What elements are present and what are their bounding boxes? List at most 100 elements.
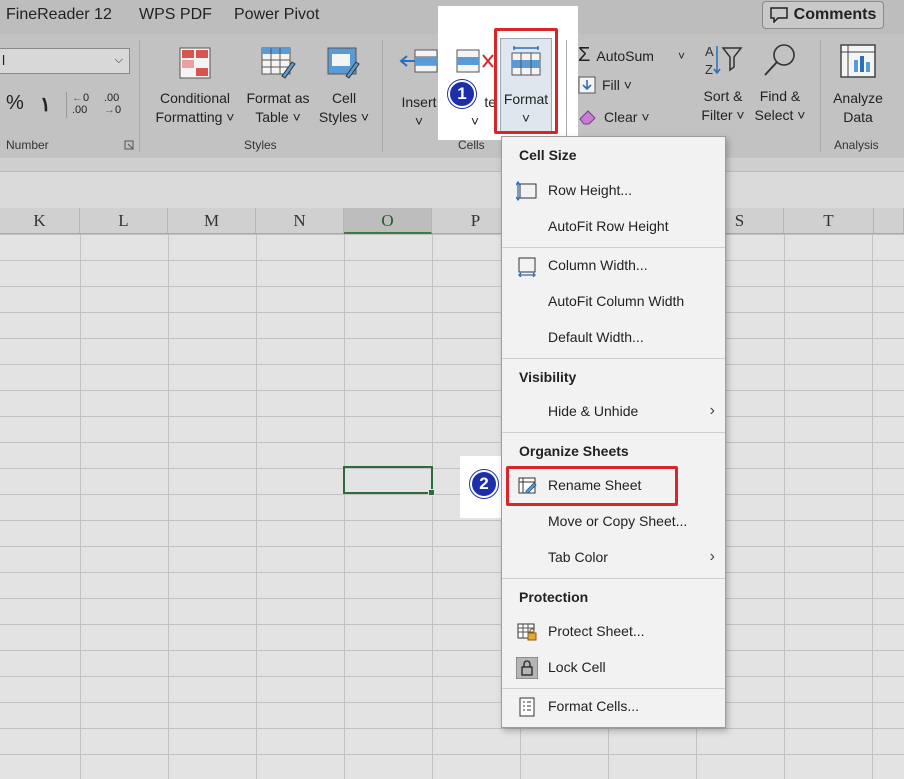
menu-item-row-height[interactable]: Row Height...: [502, 175, 725, 207]
cell-styles-label-2: Styles ˅: [318, 109, 370, 125]
menu-separator: [502, 247, 725, 248]
menu-item-autofit-row-height[interactable]: AutoFit Row Height: [502, 211, 725, 243]
search-icon: [764, 44, 795, 76]
step-badge-2: 2: [470, 470, 498, 498]
column-width-icon: [518, 257, 536, 277]
column-header[interactable]: T: [784, 208, 874, 234]
increase-decimal-button[interactable]: ←0.00: [72, 92, 89, 116]
fill-label: Fill ˅: [602, 77, 632, 93]
menu-item-label: Protect Sheet...: [548, 623, 645, 639]
column-header-selected[interactable]: O: [344, 208, 432, 234]
menu-heading-visibility: Visibility: [519, 369, 577, 385]
column-header[interactable]: N: [256, 208, 344, 234]
format-as-table-button[interactable]: Format as Table ˅: [242, 46, 314, 127]
fill-button[interactable]: Fill ˅: [578, 76, 632, 94]
menu-separator: [502, 578, 725, 579]
svg-text:Z: Z: [705, 62, 713, 77]
conditional-formatting-label-2: Formatting ˅: [155, 109, 235, 125]
insert-button[interactable]: Insert ˅: [394, 46, 444, 131]
menu-item-tab-color[interactable]: Tab Color ›: [502, 542, 725, 574]
autosum-button[interactable]: Σ AutoSum ˅: [578, 44, 685, 67]
menu-item-protect-sheet[interactable]: Protect Sheet...: [502, 616, 725, 648]
menu-item-label: Tab Color: [548, 549, 608, 565]
group-label-cells: Cells: [458, 138, 485, 152]
analyze-data-icon: [840, 44, 876, 78]
analyze-data-label-2: Data: [843, 109, 873, 125]
tab-power-pivot[interactable]: Power Pivot: [234, 6, 319, 24]
format-cells-icon: [519, 697, 535, 717]
column-header[interactable]: M: [168, 208, 256, 234]
format-as-table-label-2: Table ˅: [255, 109, 301, 125]
cell-styles-icon: [327, 47, 360, 79]
selected-cell[interactable]: [343, 466, 435, 496]
group-separator: [820, 40, 821, 152]
lock-icon: [516, 657, 538, 679]
sort-filter-label-2: Filter ˅: [701, 107, 745, 123]
menu-item-label: Column Width...: [548, 257, 648, 273]
format-as-table-label-1: Format as: [246, 90, 310, 106]
comments-button[interactable]: Comments: [762, 1, 884, 29]
find-select-button[interactable]: Find & Select ˅: [752, 42, 808, 125]
menu-separator: [502, 688, 725, 689]
sort-filter-icon: AZ: [705, 44, 743, 77]
ribbon: l ⌵ % ١ ←0.00 .00 →0 Number Conditional F…: [0, 6, 904, 158]
conditional-formatting-button[interactable]: Conditional Formatting ˅: [150, 46, 240, 127]
menu-separator: [502, 432, 725, 433]
row-height-icon: [516, 180, 537, 202]
percent-style-button[interactable]: %: [6, 92, 24, 115]
analyze-data-label-1: Analyze: [833, 90, 883, 106]
number-format-dropdown[interactable]: l ⌵: [0, 48, 130, 74]
group-separator: [382, 40, 383, 152]
arrow-right-icon: →: [104, 104, 115, 116]
highlight-box-format: [494, 28, 558, 134]
menu-item-lock-cell[interactable]: Lock Cell: [502, 652, 725, 684]
analyze-data-button[interactable]: Analyze Data: [826, 42, 890, 127]
menu-item-default-width[interactable]: Default Width...: [502, 322, 725, 354]
menu-separator: [502, 358, 725, 359]
conditional-formatting-icon: [179, 47, 211, 79]
format-as-table-icon: [261, 47, 296, 79]
menu-item-autofit-column-width[interactable]: AutoFit Column Width: [502, 286, 725, 318]
clear-button[interactable]: Clear ˅: [578, 108, 650, 126]
chevron-down-icon: ˅: [470, 113, 480, 129]
cell-styles-button[interactable]: Cell Styles ˅: [316, 46, 372, 127]
insert-cells-icon: [399, 49, 438, 73]
column-header[interactable]: [874, 208, 904, 234]
column-header[interactable]: L: [80, 208, 168, 234]
menu-item-label: Default Width...: [548, 329, 644, 345]
menu-item-label: Row Height...: [548, 182, 633, 198]
protect-sheet-icon: [517, 623, 537, 641]
menu-item-hide-unhide[interactable]: Hide & Unhide ›: [502, 396, 725, 428]
format-dropdown-menu: Cell Size Row Height... AutoFit Row Heig…: [501, 136, 726, 728]
chevron-down-icon: ˅: [414, 113, 424, 129]
menu-item-label: Lock Cell: [548, 659, 606, 675]
sort-filter-label-1: Sort &: [703, 88, 743, 104]
divider: [66, 92, 67, 118]
menu-item-label: Move or Copy Sheet...: [548, 513, 688, 529]
tab-finereader[interactable]: FineReader 12: [6, 6, 112, 24]
conditional-formatting-label-1: Conditional: [159, 90, 231, 106]
menu-item-label: AutoFit Column Width: [548, 293, 685, 309]
chevron-right-icon: ›: [709, 402, 715, 419]
menu-item-format-cells[interactable]: Format Cells...: [502, 691, 725, 723]
tab-wps-pdf[interactable]: WPS PDF: [139, 6, 212, 24]
worksheet-grid[interactable]: [0, 234, 904, 779]
menu-heading-organize-sheets: Organize Sheets: [519, 443, 629, 459]
chevron-right-icon: ›: [709, 548, 715, 565]
highlight-box-rename: [506, 466, 678, 506]
arrow-left-icon: ←: [72, 92, 83, 104]
menu-item-column-width[interactable]: Column Width...: [502, 250, 725, 282]
fill-down-icon: [578, 76, 596, 94]
insert-label: Insert: [401, 94, 437, 110]
find-select-label-1: Find &: [759, 88, 801, 104]
sort-filter-button[interactable]: AZ Sort & Filter ˅: [696, 42, 750, 125]
comma-style-button[interactable]: ١: [40, 92, 51, 117]
chevron-down-icon: ˅: [677, 48, 685, 63]
comment-icon: [769, 7, 788, 23]
decrease-decimal-button[interactable]: .00 →0: [104, 92, 121, 116]
menu-item-move-copy-sheet[interactable]: Move or Copy Sheet...: [502, 506, 725, 538]
column-header[interactable]: K: [0, 208, 80, 234]
dialog-launcher-icon[interactable]: [124, 140, 134, 150]
find-select-label-2: Select ˅: [754, 107, 806, 123]
comments-label: Comments: [793, 6, 877, 23]
